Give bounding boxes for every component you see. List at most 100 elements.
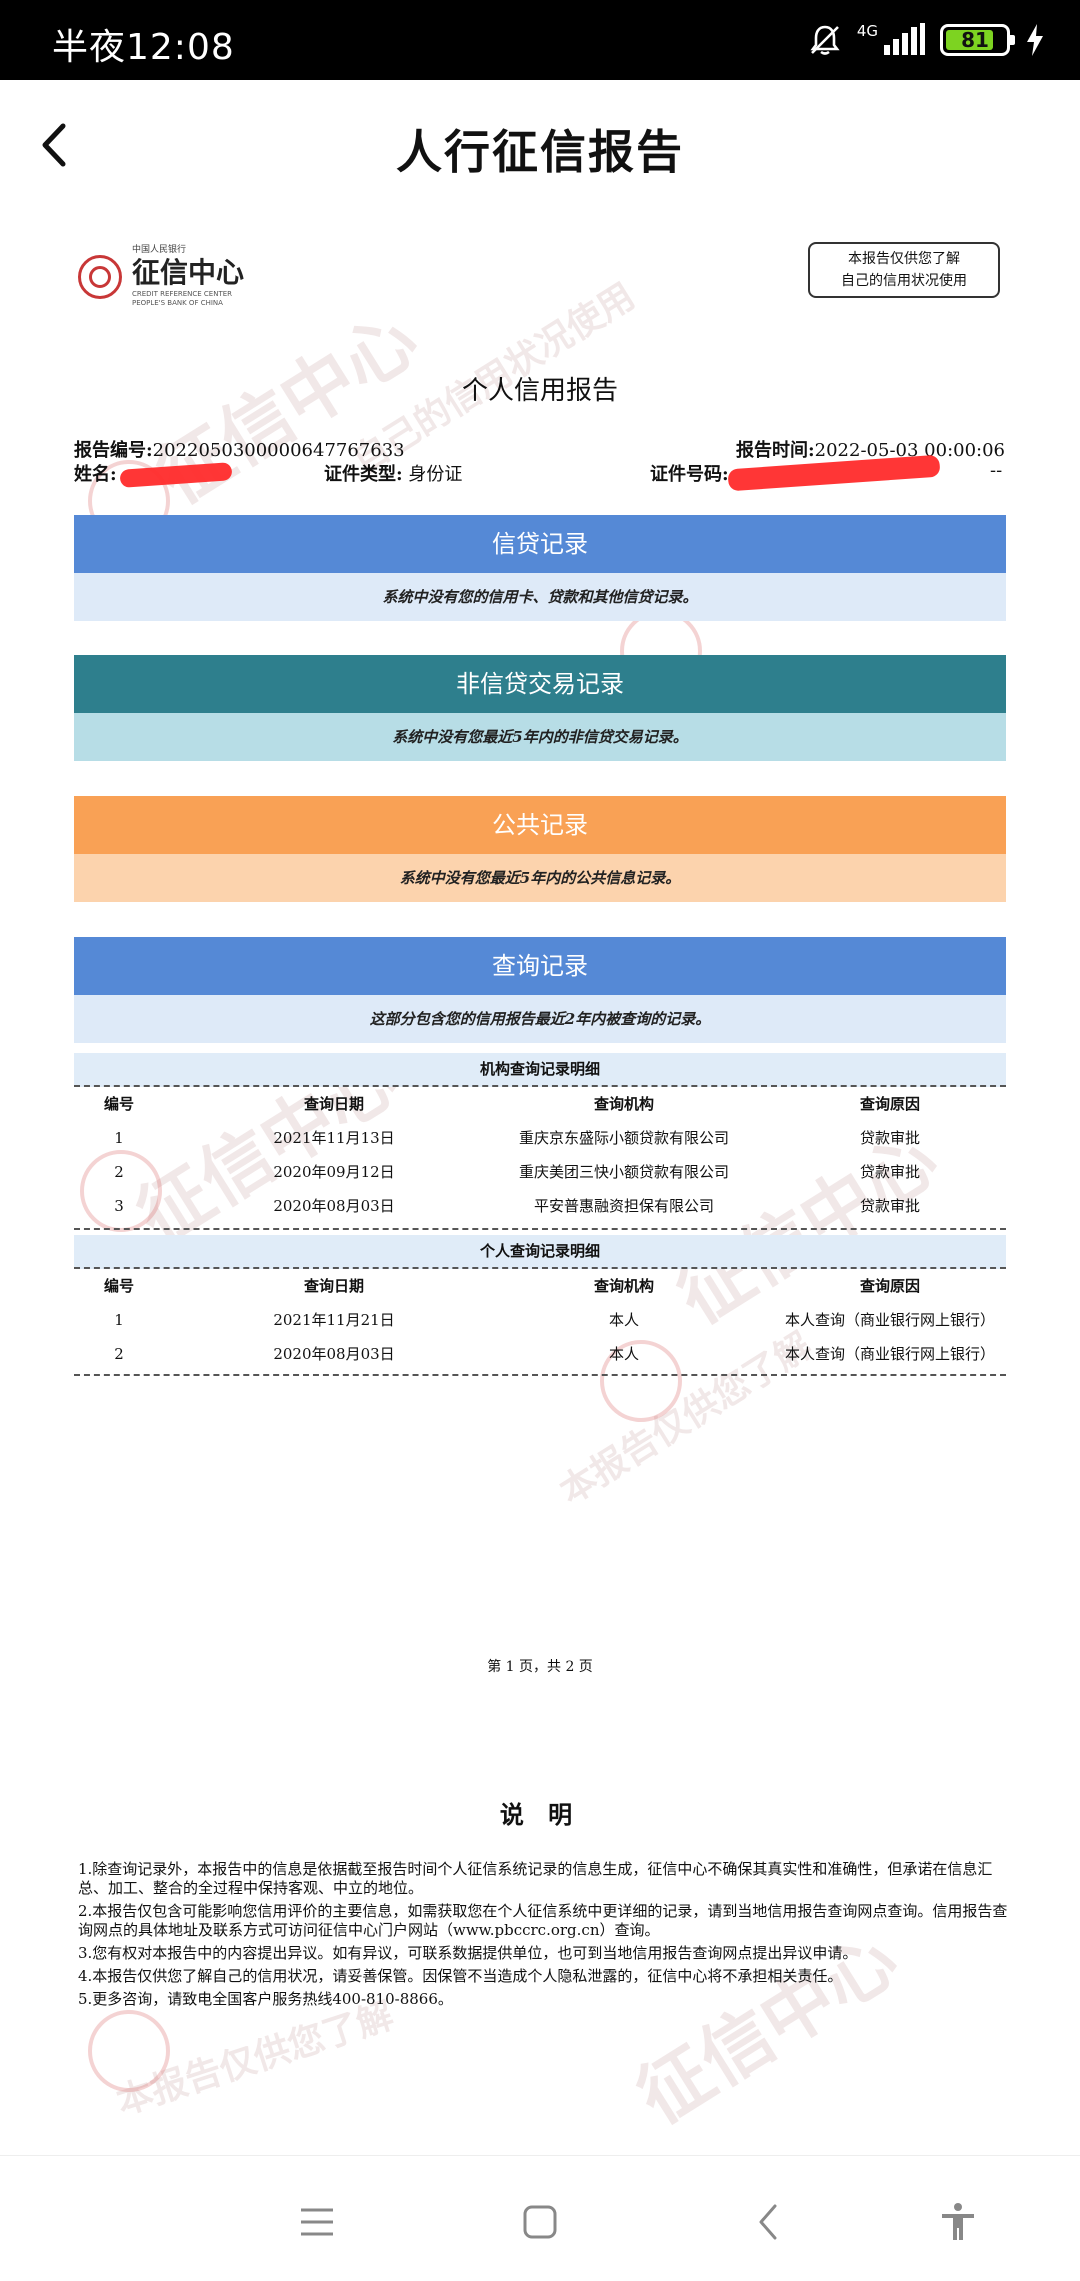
table-cell: 本人 [608,1311,639,1329]
report-title: 个人信用报告 [461,376,618,406]
table-row: 2 2020年09月12日 重庆美团三快小额贷款有限公司 贷款审批 [74,1155,1006,1189]
table-cell: 2 [114,1345,124,1363]
id-number-label: 证件号码: [650,464,729,485]
institution-query-subheader: 机构查询记录明细 [74,1053,1006,1087]
nav-back-button[interactable] [738,2192,798,2252]
home-square-icon [523,2205,557,2239]
column-header: 查询机构 [593,1095,654,1113]
table-cell: 2021年11月13日 [273,1129,395,1147]
report-number-value: 2022050300000647767633 [152,440,405,461]
id-type-label: 证件类型: [324,464,403,485]
battery-tip [1010,35,1015,45]
id-type-value: 身份证 [408,464,463,485]
table-cell: 1 [114,1129,124,1147]
column-header: 查询原因 [859,1277,920,1295]
system-nav-bar [0,2155,1080,2281]
table-cell: 2020年08月03日 [273,1345,395,1363]
section-noncredit-header: 非信贷交易记录 [74,655,1006,713]
section-credit-header: 信贷记录 [74,515,1006,573]
menu-button[interactable] [287,2192,347,2252]
note-item: 3.您有权对本报告中的内容提出异议。如有异议，可联系数据提供单位，也可到当地信用… [78,1944,858,1962]
signal-icon: 4G [857,23,926,57]
name-label: 姓名: [74,464,117,485]
network-type: 4G [856,22,878,40]
section-noncredit-body: 系统中没有您最近5年内的非信贷交易记录。 [74,713,1006,761]
battery-level: 81 [961,28,989,52]
status-bar: 半夜12:08 4G 81 [0,0,1080,80]
table-row: 2 2020年08月03日 本人 本人查询（商业银行网上银行） [74,1337,1006,1371]
usage-stamp: 本报告仅供您了解 自己的信用状况使用 [808,242,1000,298]
credit-report-document[interactable]: 征信中心 自己的信用状况使用 征信中心 征信中心 本报告仅供您了解 征信中心 本… [0,210,1080,2155]
column-header: 查询日期 [303,1277,364,1295]
column-header: 查询原因 [859,1095,920,1113]
table-cell: 本人查询（商业银行网上银行） [784,1311,995,1329]
section-credit-body: 系统中没有您的信用卡、贷款和其他信贷记录。 [74,573,1006,621]
pboc-emblem-icon [78,254,122,299]
section-public-body: 系统中没有您最近5年内的公共信息记录。 [74,854,1006,902]
notes-list: 1.除查询记录外，本报告中的信息是依据截至报告时间个人征信系统记录的信息生成，征… [78,1860,1008,2013]
accessibility-button[interactable] [928,2192,988,2252]
column-header: 查询日期 [303,1095,364,1113]
table-cell: 重庆京东盛际小额贷款有限公司 [518,1129,729,1147]
table-cell: 平安普惠融资担保有限公司 [533,1197,714,1215]
table-cell: 2 [114,1163,124,1181]
table-cell: 重庆美团三快小额贷款有限公司 [518,1163,729,1181]
section-query-header: 查询记录 [74,937,1006,995]
usage-stamp-line1: 本报告仅供您了解 [848,251,960,267]
logo-english-1: CREDIT REFERENCE CENTER [132,290,233,298]
report-number-label: 报告编号: [74,440,153,461]
report-time-label: 报告时间: [736,440,815,461]
table-divider [74,1228,1006,1230]
battery-icon: 81 [940,24,1015,56]
logo-main-text: 征信中心 [132,256,245,289]
table-cell: 贷款审批 [859,1163,920,1181]
note-item: 2.本报告仅包含可能影响您信用评价的主要信息，如需获取您在个人征信系统中更详细的… [78,1902,1008,1939]
usage-stamp-line2: 自己的信用状况使用 [841,273,967,289]
mute-icon [807,22,843,58]
table-cell: 2021年11月21日 [273,1311,395,1329]
section-public-header: 公共记录 [74,796,1006,854]
id-number-field: 证件号码: [650,460,729,486]
home-button[interactable] [510,2192,570,2252]
accessibility-icon [942,2203,974,2240]
section-query-body: 这部分包含您的信用报告最近2年内被查询的记录。 [74,995,1006,1043]
logo-english-2: PEOPLE'S BANK OF CHINA [132,299,223,307]
back-chevron-icon [759,2204,777,2240]
table-row: 1 2021年11月13日 重庆京东盛际小额贷款有限公司 贷款审批 [74,1121,1006,1155]
table-divider [74,1374,1006,1376]
note-item: 1.除查询记录外，本报告中的信息是依据截至报告时间个人征信系统记录的信息生成，征… [78,1860,993,1897]
menu-icon [301,2208,333,2236]
note-item: 4.本报告仅供您了解自己的信用状况，请妥善保管。因保管不当造成个人隐私泄露的，征… [78,1967,843,1985]
name-field: 姓名: [74,460,117,486]
table-cell: 本人查询（商业银行网上银行） [784,1345,995,1363]
column-header: 查询机构 [593,1277,654,1295]
note-item: 5.更多咨询，请致电全国客户服务热线400-810-8866。 [78,1990,453,2008]
status-time: 半夜12:08 [52,27,235,68]
institution-table-header: 编号 查询日期 查询机构 查询原因 [74,1087,1006,1121]
id-type-field: 证件类型: 身份证 [324,460,462,486]
table-cell: 1 [114,1311,124,1329]
credit-center-logo: 中国人民银行 征信中心 CREDIT REFERENCE CENTER PEOP… [78,245,244,308]
logo-small-text: 中国人民银行 [132,245,187,255]
table-row: 3 2020年08月03日 平安普惠融资担保有限公司 贷款审批 [74,1189,1006,1223]
table-cell: 3 [114,1197,124,1215]
table-row: 1 2021年11月21日 本人 本人查询（商业银行网上银行） [74,1303,1006,1337]
status-icons: 4G 81 [807,14,1046,66]
table-cell: 本人 [608,1345,639,1363]
watermark-seal [88,2010,170,2092]
table-cell: 2020年08月03日 [273,1197,395,1215]
personal-table-header: 编号 查询日期 查询机构 查询原因 [74,1269,1006,1303]
personal-query-subheader: 个人查询记录明细 [74,1235,1006,1269]
page-number: 第 1 页，共 2 页 [487,1659,593,1675]
page-title: 人行征信报告 [396,125,684,179]
notes-title: 说 明 [499,1800,581,1829]
column-header: 编号 [103,1277,134,1295]
column-header: 编号 [103,1095,134,1113]
charging-icon [1024,23,1046,57]
report-time: 报告时间:2022-05-03 00:00:06 [736,436,1005,462]
id-number-tail: -- [990,460,1003,481]
table-cell: 贷款审批 [859,1129,920,1147]
app-bar: 人行征信报告 [0,80,1080,210]
table-cell: 贷款审批 [859,1197,920,1215]
table-cell: 2020年09月12日 [273,1163,395,1181]
